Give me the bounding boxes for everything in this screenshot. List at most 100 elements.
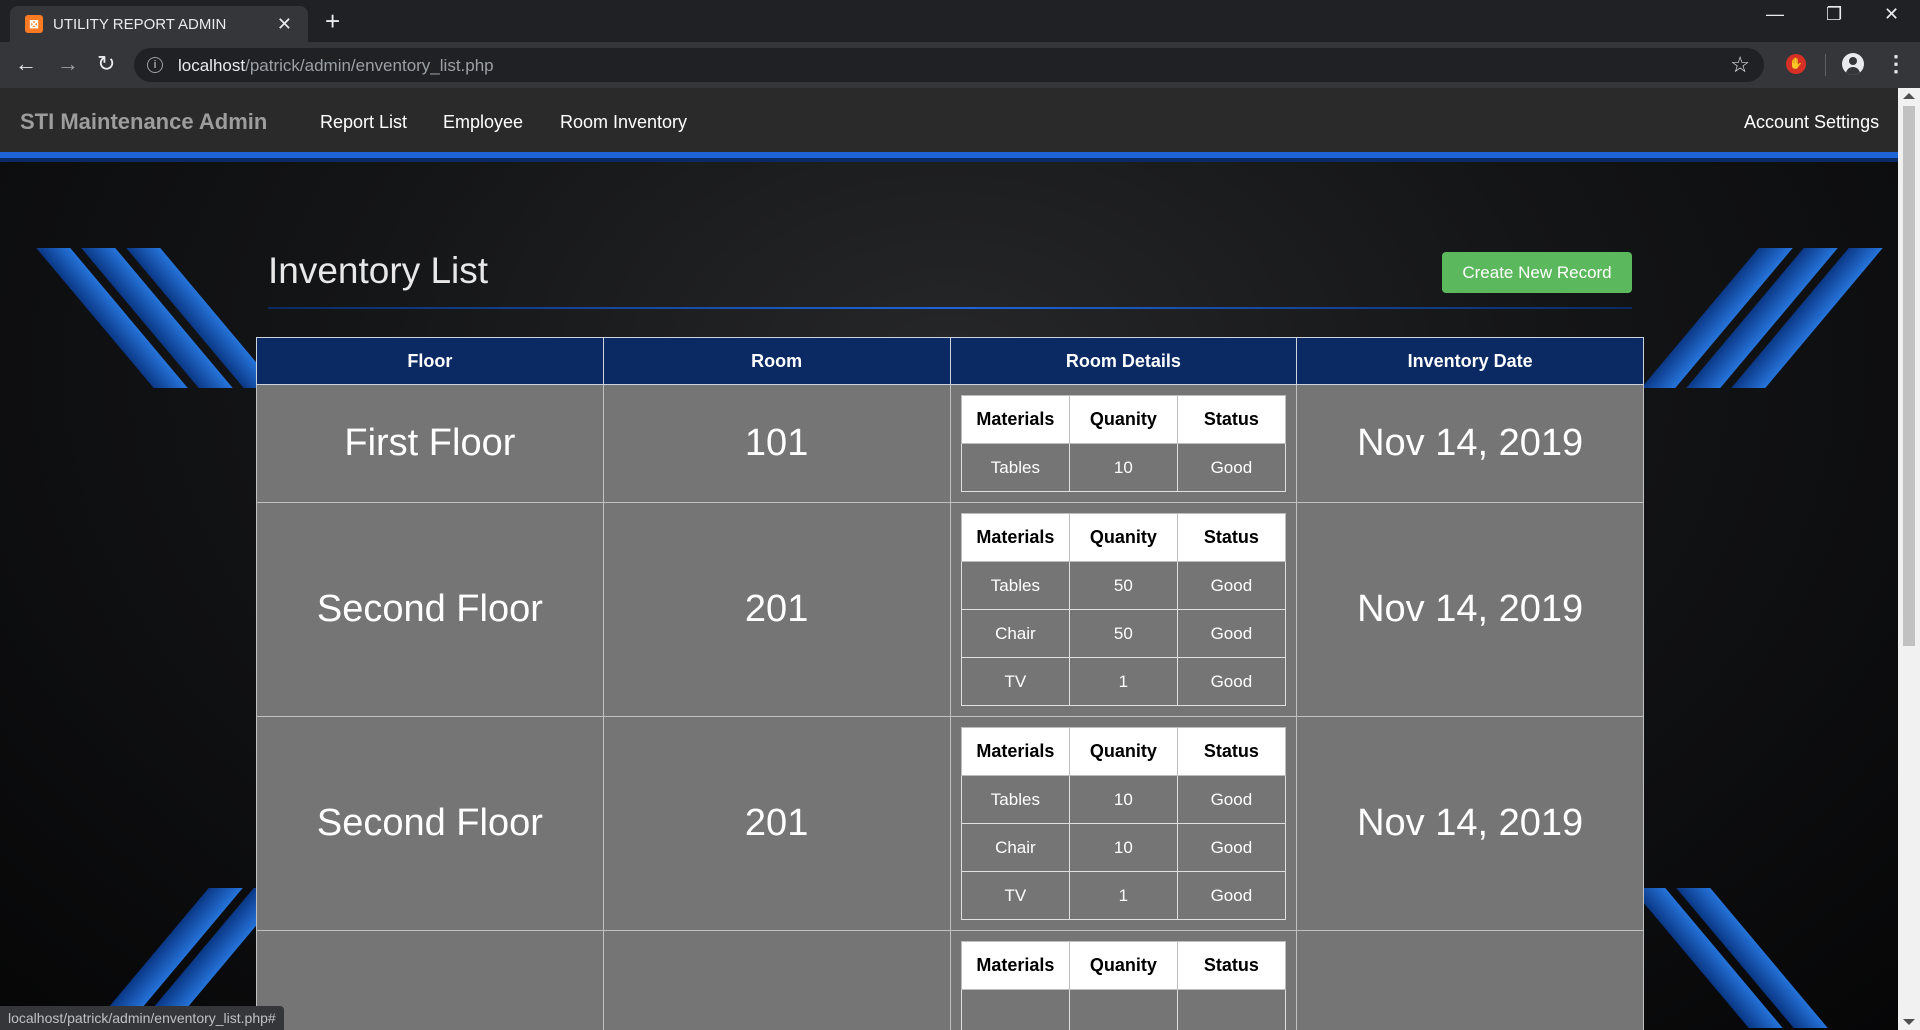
detail-header-status: Status [1176,513,1286,562]
room-cell: 201 [602,502,951,717]
restore-icon[interactable]: ❐ [1826,4,1842,25]
nav-employee[interactable]: Employee [443,112,523,133]
reload-icon[interactable]: ↻ [97,51,115,77]
date-cell: Nov 14, 2019 [1296,384,1644,503]
bookmark-star-icon[interactable]: ☆ [1730,52,1750,78]
floor-cell: Second Floor [256,502,604,717]
scrollbar-thumb[interactable] [1903,106,1915,646]
room-details-cell: Materials Quanity Status [949,930,1298,1030]
quantity-cell: 10 [1068,823,1178,872]
material-cell: Chair [960,823,1070,872]
kebab-menu-icon[interactable]: ⋮ [1885,51,1907,77]
forward-icon[interactable]: → [57,51,79,77]
xampp-icon: ⊠ [25,15,43,33]
window-close-icon[interactable]: ✕ [1884,4,1899,25]
column-header-room-details: Room Details [949,337,1298,385]
detail-header-materials: Materials [960,395,1070,444]
room-details-table: Materials Quanity Status Tables 10 Good [960,395,1286,492]
status-cell: Good [1176,561,1286,610]
material-cell: Chair [960,609,1070,658]
detail-header-status: Status [1176,941,1286,990]
detail-row: Tables 10 Good [960,775,1286,824]
back-icon[interactable]: ← [15,51,37,77]
room-details-table: Materials Quanity Status [960,941,1286,1030]
date-cell: Nov 14, 2019 [1296,502,1644,717]
title-divider [268,307,1632,309]
create-new-record-button[interactable]: Create New Record [1442,252,1632,293]
detail-row: Tables 10 Good [960,443,1286,492]
detail-header-materials: Materials [960,727,1070,776]
inventory-table: Floor Room Room Details Inventory Date F… [256,337,1644,1030]
tab-title: UTILITY REPORT ADMIN [53,15,227,33]
date-cell: Nov 14, 2019 [1296,716,1644,931]
floor-cell: Second Floor [256,716,604,931]
status-cell: Good [1176,609,1286,658]
table-row: Materials Quanity Status [256,930,1644,1030]
table-row: First Floor 101 Materials Quanity Status… [256,384,1644,503]
scroll-down-icon[interactable] [1903,1019,1915,1025]
browser-toolbar: ← → ↻ i localhost/patrick/admin/enventor… [0,42,1920,88]
room-cell: 101 [602,384,951,503]
page-viewport: STI Maintenance Admin Report List Employ… [0,88,1898,1030]
detail-header-materials: Materials [960,513,1070,562]
app-navbar: STI Maintenance Admin Report List Employ… [0,88,1898,162]
extension-icon[interactable]: ✋ [1786,54,1806,74]
nav-account-settings[interactable]: Account Settings [1744,112,1879,133]
detail-header-quantity: Quanity [1068,727,1178,776]
status-cell: Good [1176,657,1286,706]
detail-row: Chair 10 Good [960,823,1286,872]
detail-row: Tables 50 Good [960,561,1286,610]
minimize-icon[interactable]: — [1766,4,1784,25]
room-details-cell: Materials Quanity Status Tables 10 Good … [949,716,1298,931]
detail-header-status: Status [1176,395,1286,444]
nav-report-list[interactable]: Report List [320,112,407,133]
toolbar-divider [1825,54,1826,76]
floor-cell: First Floor [256,384,604,503]
quantity-cell: 50 [1068,609,1178,658]
page-title: Inventory List [268,250,489,291]
detail-header-quantity: Quanity [1068,513,1178,562]
quantity-cell: 10 [1068,775,1178,824]
detail-header-status: Status [1176,727,1286,776]
material-cell: Tables [960,775,1070,824]
floor-cell [256,930,604,1030]
detail-header-quantity: Quanity [1068,941,1178,990]
brand-title[interactable]: STI Maintenance Admin [20,109,267,135]
link-status-bar: localhost/patrick/admin/enventory_list.p… [0,1006,284,1030]
new-tab-icon[interactable]: + [325,6,340,36]
material-cell: TV [960,871,1070,920]
room-cell: 201 [602,716,951,931]
detail-header-materials: Materials [960,941,1070,990]
detail-row: Chair 50 Good [960,609,1286,658]
url-text[interactable]: localhost/patrick/admin/enventory_list.p… [178,56,494,76]
material-cell: Tables [960,443,1070,492]
status-cell: Good [1176,775,1286,824]
quantity-cell: 10 [1068,443,1178,492]
close-tab-icon[interactable]: ✕ [277,14,292,35]
table-row: Second Floor 201 Materials Quanity Statu… [256,502,1644,717]
table-header-row: Floor Room Room Details Inventory Date [256,337,1644,385]
room-cell [602,930,951,1030]
status-cell: Good [1176,823,1286,872]
address-bar[interactable]: i localhost/patrick/admin/enventory_list… [134,48,1764,82]
page-scrollbar[interactable] [1898,88,1920,1030]
date-cell [1296,930,1644,1030]
info-icon[interactable]: i [147,57,163,73]
column-header-floor: Floor [256,337,604,385]
scroll-up-icon[interactable] [1903,93,1915,99]
column-header-inventory-date: Inventory Date [1296,337,1644,385]
status-cell: Good [1176,871,1286,920]
room-details-table: Materials Quanity Status Tables 10 Good … [960,727,1286,920]
account-icon[interactable] [1842,53,1864,75]
quantity-cell: 1 [1068,657,1178,706]
quantity-cell: 50 [1068,561,1178,610]
quantity-cell: 1 [1068,871,1178,920]
detail-row: TV 1 Good [960,657,1286,706]
browser-tab-strip: ⊠ UTILITY REPORT ADMIN ✕ + — ❐ ✕ [0,0,1920,42]
browser-tab[interactable]: ⊠ UTILITY REPORT ADMIN ✕ [10,6,308,42]
column-header-room: Room [602,337,951,385]
nav-room-inventory[interactable]: Room Inventory [560,112,687,133]
status-cell: Good [1176,443,1286,492]
room-details-cell: Materials Quanity Status Tables 50 Good … [949,502,1298,717]
detail-header-quantity: Quanity [1068,395,1178,444]
